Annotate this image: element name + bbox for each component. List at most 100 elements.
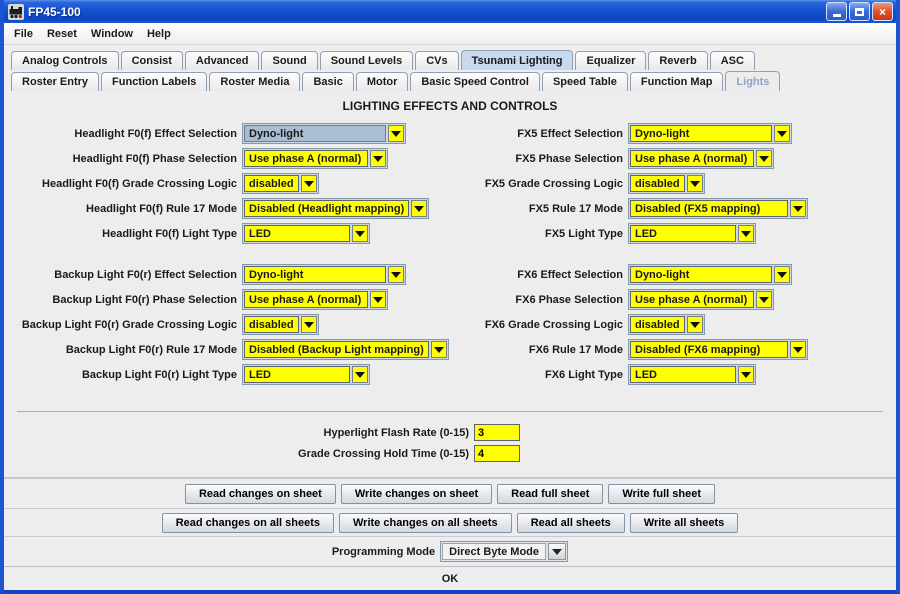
tab-basic-speed-control[interactable]: Basic Speed Control bbox=[410, 72, 540, 91]
combo-arrow-button[interactable] bbox=[388, 266, 404, 283]
programming-mode-label: Programming Mode bbox=[332, 546, 435, 558]
combo-arrow-button[interactable] bbox=[370, 291, 386, 308]
control-row: Backup Light F0(r) Rule 17 Mode Disabled… bbox=[4, 339, 450, 360]
combo-arrow-button[interactable] bbox=[738, 225, 754, 242]
tab-function-map[interactable]: Function Map bbox=[630, 72, 724, 91]
tab-lights[interactable]: Lights bbox=[725, 71, 780, 91]
menu-help[interactable]: Help bbox=[140, 25, 178, 43]
fx5-effect-combobox[interactable]: Dyno-light bbox=[628, 123, 792, 144]
fx6-grade-crossing-combobox[interactable]: disabled bbox=[628, 314, 705, 335]
backup-effect-combobox[interactable]: Dyno-light bbox=[242, 264, 406, 285]
tab-function-labels[interactable]: Function Labels bbox=[101, 72, 207, 91]
fx6-group: FX6 Effect Selection Dyno-light FX6 Phas… bbox=[450, 264, 896, 385]
fx5-phase-combobox[interactable]: Use phase A (normal) bbox=[628, 148, 774, 169]
combo-arrow-button[interactable] bbox=[756, 291, 772, 308]
combo-arrow-button[interactable] bbox=[301, 175, 317, 192]
control-label: Headlight F0(f) Light Type bbox=[4, 228, 242, 240]
fx6-effect-combobox[interactable]: Dyno-light bbox=[628, 264, 792, 285]
fx6-light-type-combobox[interactable]: LED bbox=[628, 364, 756, 385]
chevron-down-icon bbox=[690, 322, 700, 328]
tab-equalizer[interactable]: Equalizer bbox=[575, 51, 646, 70]
combo-arrow-button[interactable] bbox=[370, 150, 386, 167]
lights-pane: LIGHTING EFFECTS AND CONTROLS Headlight … bbox=[4, 91, 896, 478]
programming-mode-combobox[interactable]: Direct Byte Mode bbox=[440, 541, 568, 562]
combo-arrow-button[interactable] bbox=[687, 175, 703, 192]
headlight-rule17-combobox[interactable]: Disabled (Headlight mapping) bbox=[242, 198, 429, 219]
combo-arrow-button[interactable] bbox=[790, 341, 806, 358]
headlight-light-type-combobox[interactable]: LED bbox=[242, 223, 370, 244]
menu-file[interactable]: File bbox=[7, 25, 40, 43]
field-row: Grade Crossing Hold Time (0-15) bbox=[4, 445, 896, 462]
fx5-rule17-combobox[interactable]: Disabled (FX5 mapping) bbox=[628, 198, 808, 219]
tab-basic[interactable]: Basic bbox=[302, 72, 353, 91]
read-full-sheet-button[interactable]: Read full sheet bbox=[497, 484, 603, 504]
write-changes-on-all-sheets-button[interactable]: Write changes on all sheets bbox=[339, 513, 512, 533]
write-full-sheet-button[interactable]: Write full sheet bbox=[608, 484, 715, 504]
minimize-button[interactable] bbox=[826, 2, 847, 21]
headlight-effect-combobox[interactable]: Dyno-light bbox=[242, 123, 406, 144]
tab-advanced[interactable]: Advanced bbox=[185, 51, 260, 70]
chevron-down-icon bbox=[552, 549, 562, 555]
backup-grade-crossing-combobox[interactable]: disabled bbox=[242, 314, 319, 335]
tab-asc[interactable]: ASC bbox=[710, 51, 755, 70]
combo-arrow-button[interactable] bbox=[352, 366, 368, 383]
tab-roster-media[interactable]: Roster Media bbox=[209, 72, 300, 91]
grade-crossing-hold-time-input[interactable] bbox=[474, 445, 520, 462]
combo-arrow-button[interactable] bbox=[388, 125, 404, 142]
menu-window[interactable]: Window bbox=[84, 25, 140, 43]
chevron-down-icon bbox=[759, 156, 769, 162]
control-row: FX6 Rule 17 Mode Disabled (FX6 mapping) bbox=[450, 339, 896, 360]
close-button[interactable]: × bbox=[872, 2, 893, 21]
fx6-rule17-combobox[interactable]: Disabled (FX6 mapping) bbox=[628, 339, 808, 360]
titlebar[interactable]: FP45-100 × bbox=[4, 0, 896, 23]
headlight-phase-combobox[interactable]: Use phase A (normal) bbox=[242, 148, 388, 169]
control-row: FX5 Grade Crossing Logic disabled bbox=[450, 173, 896, 194]
tab-reverb[interactable]: Reverb bbox=[648, 51, 707, 70]
backup-phase-combobox[interactable]: Use phase A (normal) bbox=[242, 289, 388, 310]
fx6-phase-combobox[interactable]: Use phase A (normal) bbox=[628, 289, 774, 310]
tab-sound[interactable]: Sound bbox=[261, 51, 317, 70]
read-changes-on-sheet-button[interactable]: Read changes on sheet bbox=[185, 484, 336, 504]
control-row: Headlight F0(f) Light Type LED bbox=[4, 223, 450, 244]
read-changes-on-all-sheets-button[interactable]: Read changes on all sheets bbox=[162, 513, 334, 533]
tab-cvs[interactable]: CVs bbox=[415, 51, 458, 70]
combo-arrow-button[interactable] bbox=[756, 150, 772, 167]
maximize-button[interactable] bbox=[849, 2, 870, 21]
combo-arrow-button[interactable] bbox=[411, 200, 427, 217]
control-row: FX5 Phase Selection Use phase A (normal) bbox=[450, 148, 896, 169]
control-label: Backup Light F0(r) Effect Selection bbox=[4, 269, 242, 281]
tab-motor[interactable]: Motor bbox=[356, 72, 409, 91]
backup-rule17-combobox[interactable]: Disabled (Backup Light mapping) bbox=[242, 339, 449, 360]
combo-arrow-button[interactable] bbox=[738, 366, 754, 383]
write-changes-on-sheet-button[interactable]: Write changes on sheet bbox=[341, 484, 492, 504]
headlight-grade-crossing-combobox[interactable]: disabled bbox=[242, 173, 319, 194]
tab-consist[interactable]: Consist bbox=[121, 51, 183, 70]
combo-arrow-button[interactable] bbox=[790, 200, 806, 217]
tab-speed-table[interactable]: Speed Table bbox=[542, 72, 628, 91]
combo-arrow-button[interactable] bbox=[548, 543, 566, 560]
chevron-down-icon bbox=[793, 206, 803, 212]
backup-light-type-combobox[interactable]: LED bbox=[242, 364, 370, 385]
tab-tsunami-lighting[interactable]: Tsunami Lighting bbox=[461, 50, 574, 70]
combo-arrow-button[interactable] bbox=[431, 341, 447, 358]
hyperlight-flash-rate-input[interactable] bbox=[474, 424, 520, 441]
menu-reset[interactable]: Reset bbox=[40, 25, 84, 43]
tab-analog-controls[interactable]: Analog Controls bbox=[11, 51, 119, 70]
control-label: FX6 Grade Crossing Logic bbox=[450, 319, 628, 331]
fx5-light-type-combobox[interactable]: LED bbox=[628, 223, 756, 244]
sheet-buttons-row: Read changes on sheet Write changes on s… bbox=[4, 478, 896, 508]
fx5-grade-crossing-combobox[interactable]: disabled bbox=[628, 173, 705, 194]
control-label: FX5 Effect Selection bbox=[450, 128, 628, 140]
combo-arrow-button[interactable] bbox=[301, 316, 317, 333]
control-label: Headlight F0(f) Effect Selection bbox=[4, 128, 242, 140]
read-all-sheets-button[interactable]: Read all sheets bbox=[517, 513, 625, 533]
control-label: Headlight F0(f) Phase Selection bbox=[4, 153, 242, 165]
combo-arrow-button[interactable] bbox=[687, 316, 703, 333]
tab-roster-entry[interactable]: Roster Entry bbox=[11, 72, 99, 91]
tab-sound-levels[interactable]: Sound Levels bbox=[320, 51, 414, 70]
write-all-sheets-button[interactable]: Write all sheets bbox=[630, 513, 739, 533]
combo-arrow-button[interactable] bbox=[774, 125, 790, 142]
combo-arrow-button[interactable] bbox=[774, 266, 790, 283]
headlight-group: Headlight F0(f) Effect Selection Dyno-li… bbox=[4, 123, 450, 244]
combo-arrow-button[interactable] bbox=[352, 225, 368, 242]
